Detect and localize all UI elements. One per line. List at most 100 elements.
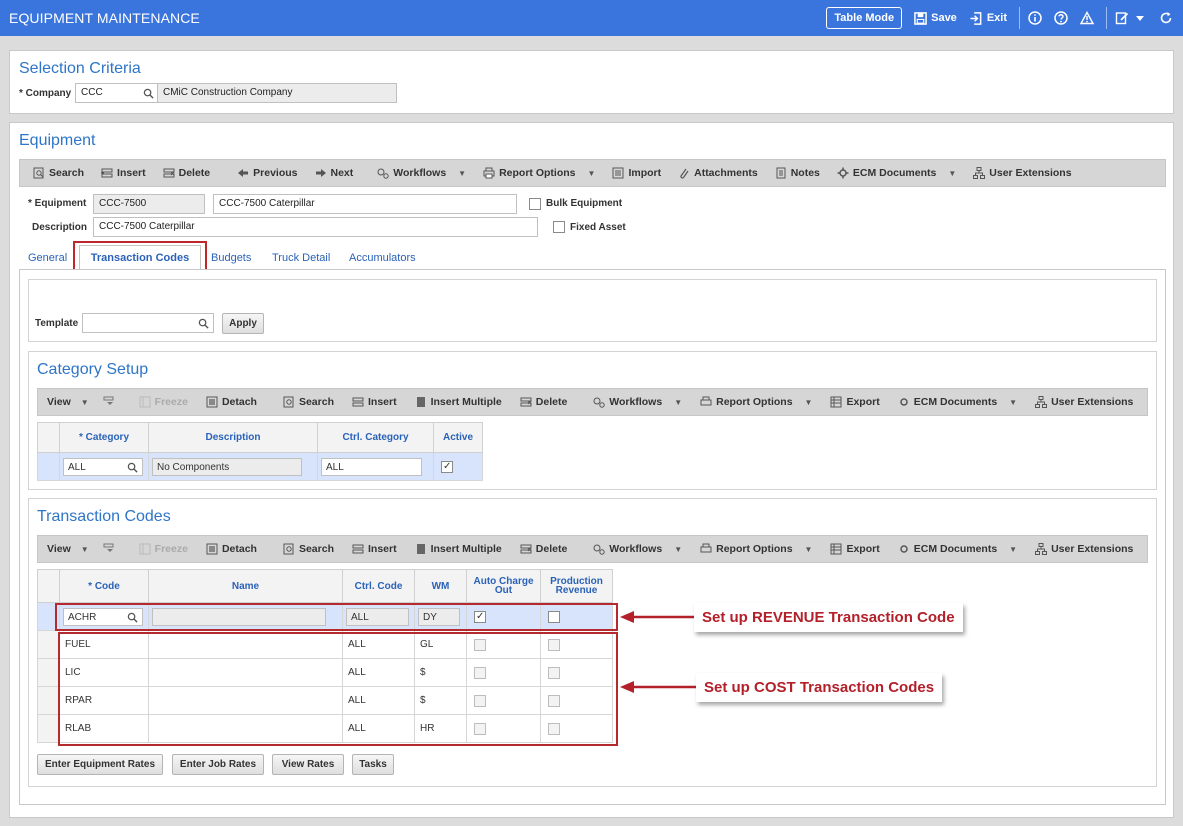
insert-button[interactable]: Insert <box>101 167 146 179</box>
view-menu[interactable]: View ▼ <box>47 396 89 408</box>
active-checkbox[interactable]: ✓ <box>441 461 453 473</box>
exit-button[interactable]: Exit <box>969 11 1007 25</box>
grid-workflows-button[interactable]: Workflows ▼ <box>593 396 682 408</box>
insert-multiple-button[interactable]: Insert Multiple <box>415 396 502 408</box>
grid-delete-button[interactable]: Delete <box>520 543 567 555</box>
app-title: EQUIPMENT MAINTENANCE <box>9 10 200 26</box>
freeze-button: Freeze <box>139 396 188 408</box>
template-input[interactable] <box>82 313 214 333</box>
ecm-gear-icon <box>899 398 908 406</box>
chevron-down-icon[interactable] <box>1133 11 1147 25</box>
row-gutter[interactable] <box>37 452 60 481</box>
selection-criteria-panel: Selection Criteria * Company CCC CMiC Co… <box>9 50 1174 114</box>
edit-icon[interactable] <box>1115 11 1129 25</box>
row-gutter[interactable] <box>37 686 60 715</box>
active-column-header[interactable]: Active <box>433 422 483 453</box>
search-icon[interactable] <box>127 462 138 473</box>
grid-user-extensions-button[interactable]: User Extensions <box>1035 396 1133 408</box>
save-button[interactable]: Save <box>914 11 957 25</box>
user-extensions-button[interactable]: User Extensions <box>973 167 1072 179</box>
workflow-icon <box>593 544 605 555</box>
auto-charge-out-column-header[interactable]: Auto Charge Out <box>466 569 541 603</box>
export-button[interactable]: Export <box>830 396 880 408</box>
grid-delete-button[interactable]: Delete <box>520 396 567 408</box>
tab-budgets[interactable]: Budgets <box>211 252 251 264</box>
detach-button[interactable]: Detach <box>206 396 257 408</box>
delete-icon <box>163 168 175 178</box>
fixed-asset-checkbox[interactable] <box>553 221 565 233</box>
enter-job-rates-button[interactable]: Enter Job Rates <box>172 754 264 775</box>
company-label: * Company <box>19 88 72 99</box>
next-button[interactable]: Next <box>315 167 353 179</box>
row-gutter[interactable] <box>37 630 60 659</box>
tab-general[interactable]: General <box>28 252 67 264</box>
grid-search-button[interactable]: Search <box>283 396 334 408</box>
ctrl-code-column-header[interactable]: Ctrl. Code <box>342 569 415 603</box>
ctrl-category-input[interactable]: ALL <box>321 457 422 476</box>
table-row[interactable]: ALL No Components ALL ✓ <box>37 452 483 481</box>
freeze-icon <box>139 543 151 555</box>
attachments-button[interactable]: Attachments <box>678 167 758 179</box>
grid-insert-button[interactable]: Insert <box>352 396 397 408</box>
chevron-down-icon: ▼ <box>804 544 813 554</box>
name-column-header[interactable]: Name <box>148 569 343 603</box>
previous-button[interactable]: Previous <box>237 167 298 179</box>
ecm-documents-button[interactable]: ECM Documents ▼ <box>837 167 956 179</box>
search-icon[interactable] <box>198 318 209 329</box>
apply-button[interactable]: Apply <box>222 313 264 334</box>
equipment-name-input[interactable]: CCC-7500 Caterpillar <box>213 194 517 214</box>
filter-icon[interactable] <box>103 396 115 408</box>
help-icon[interactable] <box>1054 11 1068 25</box>
tab-truck-detail[interactable]: Truck Detail <box>272 252 330 264</box>
chevron-down-icon: ▼ <box>674 544 683 554</box>
workflows-button[interactable]: Workflows ▼ <box>377 167 466 179</box>
category-input[interactable]: ALL <box>63 457 143 476</box>
grid-ecm-documents-button[interactable]: ECM Documents ▼ <box>898 543 1017 555</box>
company-input[interactable]: CCC <box>75 83 159 103</box>
info-icon[interactable] <box>1028 11 1042 25</box>
code-column-header[interactable]: * Code <box>59 569 149 603</box>
detach-button[interactable]: Detach <box>206 543 257 555</box>
description-column-header[interactable]: Description <box>148 422 318 453</box>
grid-insert-button[interactable]: Insert <box>352 543 397 555</box>
category-cell[interactable]: ALL <box>59 452 149 481</box>
exit-label: Exit <box>986 12 1007 24</box>
grid-report-options-button[interactable]: Report Options ▼ <box>700 543 812 555</box>
enter-equipment-rates-button[interactable]: Enter Equipment Rates <box>37 754 163 775</box>
ctrl-category-cell[interactable]: ALL <box>317 452 434 481</box>
warning-icon[interactable] <box>1080 11 1094 25</box>
row-gutter[interactable] <box>37 658 60 687</box>
refresh-icon[interactable] <box>1159 11 1173 25</box>
revenue-highlight-box <box>55 603 618 631</box>
search-icon[interactable] <box>143 88 154 99</box>
description-input[interactable]: CCC-7500 Caterpillar <box>93 217 538 237</box>
hierarchy-icon <box>1035 543 1048 555</box>
grid-user-extensions-button[interactable]: User Extensions <box>1035 543 1133 555</box>
bulk-equipment-checkbox[interactable] <box>529 198 541 210</box>
delete-button[interactable]: Delete <box>163 167 210 179</box>
wm-column-header[interactable]: WM <box>414 569 467 603</box>
insert-multiple-button[interactable]: Insert Multiple <box>415 543 502 555</box>
import-button[interactable]: Import <box>612 167 661 179</box>
view-rates-button[interactable]: View Rates <box>272 754 344 775</box>
active-cell[interactable]: ✓ <box>433 452 483 481</box>
tasks-button[interactable]: Tasks <box>352 754 394 775</box>
view-menu[interactable]: View ▼ <box>47 543 89 555</box>
grid-workflows-button[interactable]: Workflows ▼ <box>593 543 682 555</box>
chevron-down-icon: ▼ <box>1009 397 1018 407</box>
export-button[interactable]: Export <box>830 543 880 555</box>
table-mode-button[interactable]: Table Mode <box>826 7 903 29</box>
grid-ecm-documents-button[interactable]: ECM Documents ▼ <box>898 396 1017 408</box>
grid-search-button[interactable]: Search <box>283 543 334 555</box>
tab-accumulators[interactable]: Accumulators <box>349 252 416 264</box>
row-gutter[interactable] <box>37 714 60 743</box>
notes-button[interactable]: Notes <box>775 167 820 179</box>
category-column-header[interactable]: * Category <box>59 422 149 453</box>
ctrl-category-column-header[interactable]: Ctrl. Category <box>317 422 434 453</box>
printer-icon <box>700 543 712 553</box>
search-button[interactable]: Search <box>33 167 84 179</box>
filter-icon[interactable] <box>103 543 115 555</box>
grid-report-options-button[interactable]: Report Options ▼ <box>700 396 812 408</box>
report-options-button[interactable]: Report Options ▼ <box>483 167 595 179</box>
production-revenue-column-header[interactable]: Production Revenue <box>540 569 613 603</box>
